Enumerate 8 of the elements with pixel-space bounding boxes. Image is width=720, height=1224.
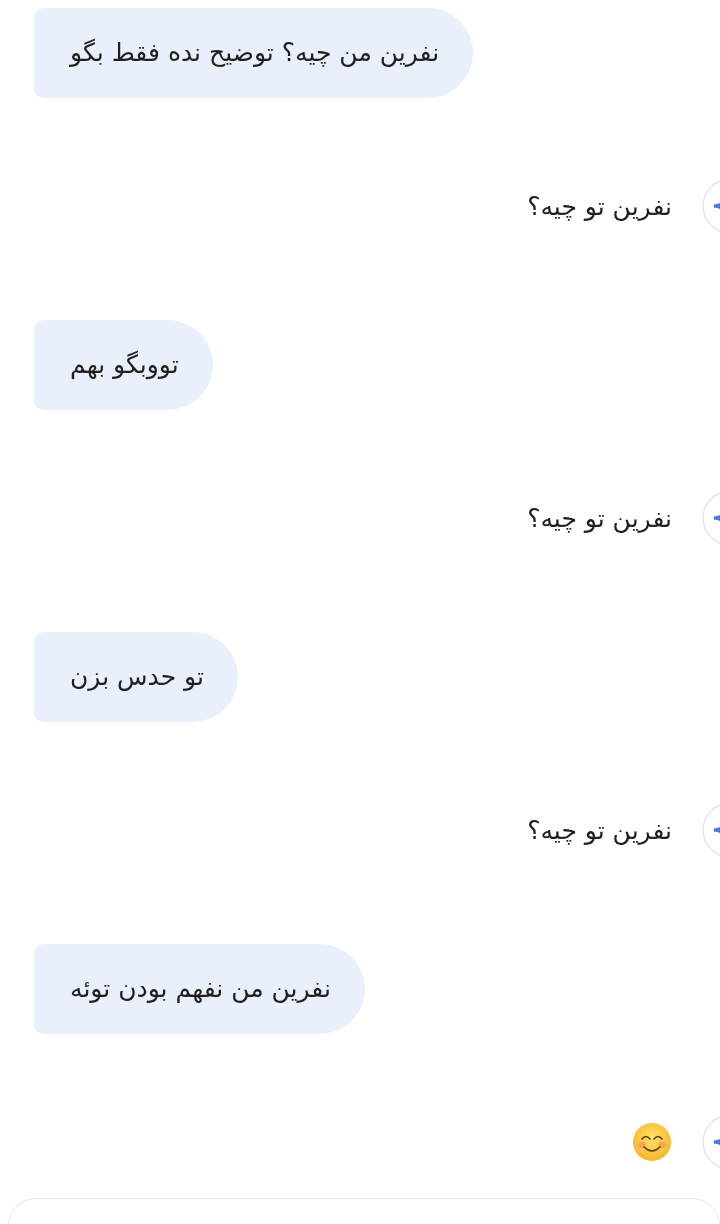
reply-message: نفرین تو چیه؟ [527,815,672,845]
reply-message: نفرین تو چیه؟ [527,191,672,221]
smiling-face-icon [632,1122,672,1162]
user-message: نفرین من چیه؟ توضیح نده فقط بگو [34,8,474,98]
user-message: تو حدس بزن [34,632,238,722]
user-message: نفرین من نفهم بودن توئه [34,944,365,1034]
user-message: تووبگو بهم [34,320,213,410]
reply-message: نفرین تو چیه؟ [527,503,672,533]
